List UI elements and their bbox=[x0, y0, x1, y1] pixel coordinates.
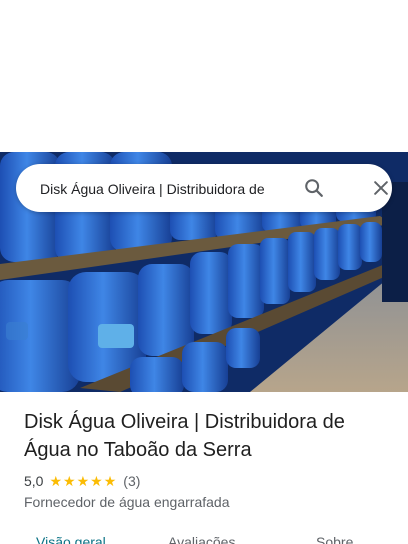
tab-about[interactable]: Sobre bbox=[316, 532, 353, 544]
rating-row[interactable]: 5,0 ★ ★ ★ ★ ★ (3) bbox=[24, 472, 140, 490]
review-count[interactable]: (3) bbox=[123, 473, 140, 489]
search-input[interactable]: Disk Água Oliveira | Distribuidora de bbox=[40, 179, 306, 199]
close-icon[interactable] bbox=[369, 176, 393, 200]
star-icon: ★ bbox=[76, 473, 90, 489]
place-tabs: Visão geral Avaliações Sobre bbox=[0, 530, 408, 544]
tab-reviews[interactable]: Avaliações bbox=[168, 532, 235, 544]
search-icon[interactable] bbox=[302, 176, 326, 200]
star-icon: ★ bbox=[63, 473, 76, 489]
map-area-blank bbox=[0, 0, 408, 152]
star-icon: ★ bbox=[103, 473, 117, 489]
star-icon: ★ bbox=[90, 473, 103, 489]
place-title: Disk Água Oliveira | Distribuidora de Ág… bbox=[24, 408, 394, 464]
search-bar[interactable]: Disk Água Oliveira | Distribuidora de bbox=[16, 164, 392, 212]
place-category: Fornecedor de água engarrafada bbox=[24, 494, 230, 510]
star-icon: ★ bbox=[49, 473, 63, 489]
place-title-line1: Disk Água Oliveira | Distribuidora de bbox=[24, 411, 345, 433]
rating-value: 5,0 bbox=[24, 473, 44, 489]
star-rating: ★ ★ ★ ★ ★ bbox=[49, 474, 117, 488]
tab-overview[interactable]: Visão geral bbox=[36, 532, 106, 544]
place-title-line2: Água no Taboão da Serra bbox=[24, 439, 252, 461]
